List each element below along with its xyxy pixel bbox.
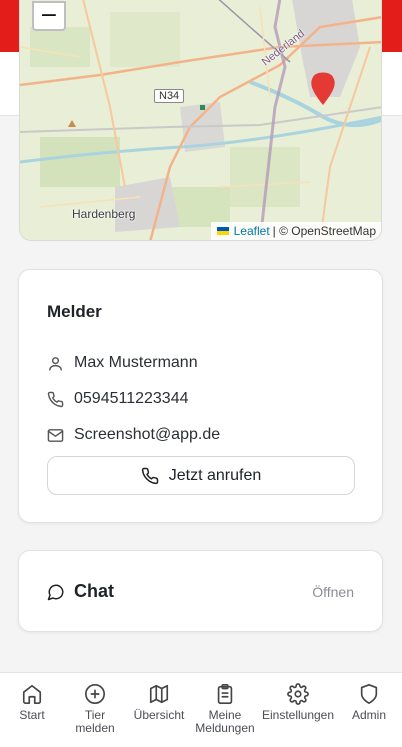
leaflet-link[interactable]: Leaflet	[234, 224, 270, 238]
melder-title: Melder	[47, 302, 102, 321]
melder-phone: 0594511223344	[74, 390, 189, 407]
nav-einstellungen[interactable]: Einstellungen	[256, 683, 340, 722]
chat-card[interactable]: Chat Öffnen	[18, 550, 383, 632]
melder-email-row: Screenshot@app.de	[47, 424, 220, 446]
call-now-button[interactable]: Jetzt anrufen	[47, 456, 355, 495]
shield-icon	[360, 684, 378, 704]
chat-header: Chat	[47, 581, 114, 602]
chat-open-link[interactable]: Öffnen	[312, 584, 354, 600]
map-attribution: Leaflet | © OpenStreetMap	[210, 222, 381, 240]
chat-title: Chat	[74, 581, 114, 601]
nav-tier-melden-label-line2: melden	[75, 721, 115, 735]
melder-card: Melder Max Mustermann 0594511223344 Scre…	[18, 269, 383, 523]
nav-start[interactable]: Start	[13, 683, 51, 722]
phone-icon	[47, 391, 64, 407]
plus-circle-icon	[85, 684, 105, 704]
melder-name-row: Max Mustermann	[47, 352, 198, 374]
melder-email: Screenshot@app.de	[74, 426, 221, 443]
phone-icon	[141, 467, 159, 484]
mail-icon	[47, 428, 64, 442]
nav-uebersicht-label: Übersicht	[133, 708, 185, 722]
nav-tier-melden-label: Tier melden	[75, 709, 114, 735]
osm-attribution: | © OpenStreetMap	[272, 224, 376, 238]
nav-admin[interactable]: Admin	[348, 683, 390, 722]
melder-name: Max Mustermann	[74, 354, 198, 371]
nav-meine-meldungen[interactable]: Meine Meldungen	[190, 683, 260, 735]
bottom-navigation: Start Tier melden Übersicht Meine Meldunge…	[0, 672, 402, 747]
nav-admin-label: Admin	[351, 708, 386, 722]
ukraine-flag-icon	[216, 227, 229, 235]
nav-tier-melden[interactable]: Tier melden	[68, 683, 122, 735]
clipboard-icon	[217, 684, 233, 704]
nav-meine-meldungen-label-line2: Meldungen	[195, 721, 255, 735]
user-icon	[49, 356, 62, 371]
zoom-out-button[interactable]: −	[32, 1, 66, 31]
map-view[interactable]: − Hardenberg N34 Nederland Leaflet | © O…	[19, 0, 382, 241]
home-icon	[22, 684, 42, 704]
melder-phone-row: 0594511223344	[47, 388, 189, 410]
nav-einstellungen-label: Einstellungen	[261, 708, 335, 722]
nav-start-label: Start	[19, 708, 45, 722]
road-shield-label: N34	[154, 89, 185, 103]
chat-bubble-icon	[47, 584, 64, 600]
map-icon	[149, 684, 169, 704]
map-town-label: Hardenberg	[72, 207, 136, 221]
call-now-label: Jetzt anrufen	[168, 466, 262, 484]
gear-icon	[287, 683, 309, 705]
nav-meine-meldungen-label: Meine Meldungen	[195, 709, 254, 735]
map-tiles	[20, 0, 381, 240]
nav-uebersicht[interactable]: Übersicht	[128, 683, 190, 722]
